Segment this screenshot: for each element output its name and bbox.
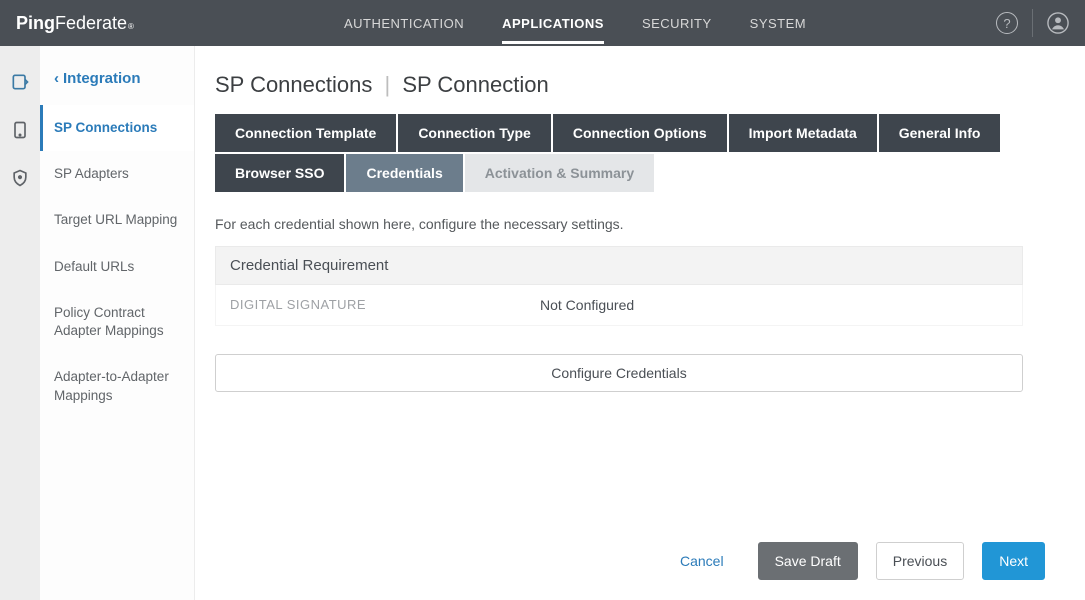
nav-system[interactable]: SYSTEM [750, 2, 806, 44]
sidebar-item-target-url-mapping[interactable]: Target URL Mapping [40, 197, 194, 243]
tab-connection-template[interactable]: Connection Template [215, 114, 396, 152]
description-text: For each credential shown here, configur… [215, 216, 1023, 232]
sidebar-item-sp-adapters[interactable]: SP Adapters [40, 151, 194, 197]
content: SP Connections | SP Connection Connectio… [195, 46, 1085, 600]
save-draft-button[interactable]: Save Draft [758, 542, 858, 580]
credential-requirement-header: Credential Requirement [215, 246, 1023, 285]
chevron-left-icon: ‹ [54, 70, 59, 87]
credential-row-value: Not Configured [540, 297, 634, 313]
tab-connection-type[interactable]: Connection Type [398, 114, 551, 152]
tab-browser-sso[interactable]: Browser SSO [215, 154, 344, 192]
sidebar-title-label: Integration [63, 70, 141, 87]
rail-integration-icon[interactable] [10, 72, 30, 92]
main-area: ‹ Integration SP Connections SP Adapters… [0, 46, 1085, 600]
nav-authentication[interactable]: AUTHENTICATION [344, 2, 464, 44]
brand-registered: ® [128, 23, 134, 31]
sidebar-item-policy-contract-adapter-mappings[interactable]: Policy Contract Adapter Mappings [40, 290, 194, 354]
previous-button[interactable]: Previous [876, 542, 964, 580]
next-button[interactable]: Next [982, 542, 1045, 580]
topbar-right: ? [996, 9, 1069, 37]
page-title-separator: | [385, 72, 391, 97]
page-title: SP Connections | SP Connection [215, 72, 1023, 98]
page-title-left: SP Connections [215, 72, 372, 97]
footer-actions: Cancel Save Draft Previous Next [680, 542, 1045, 580]
configure-credentials-button[interactable]: Configure Credentials [215, 354, 1023, 392]
nav-security[interactable]: SECURITY [642, 2, 712, 44]
top-bar: PingFederate® AUTHENTICATION APPLICATION… [0, 0, 1085, 46]
user-icon[interactable] [1047, 12, 1069, 34]
tab-general-info[interactable]: General Info [879, 114, 1001, 152]
credential-row: DIGITAL SIGNATURE Not Configured [215, 285, 1023, 326]
sidebar-item-adapter-to-adapter-mappings[interactable]: Adapter-to-Adapter Mappings [40, 354, 194, 418]
tab-import-metadata[interactable]: Import Metadata [729, 114, 877, 152]
page-title-right: SP Connection [402, 72, 548, 97]
top-nav: AUTHENTICATION APPLICATIONS SECURITY SYS… [344, 2, 806, 44]
tab-activation-summary: Activation & Summary [465, 154, 654, 192]
brand-part2: Federate [55, 13, 127, 34]
sidebar-item-default-urls[interactable]: Default URLs [40, 244, 194, 290]
tab-connection-options[interactable]: Connection Options [553, 114, 727, 152]
rail-shield-icon[interactable] [10, 168, 30, 188]
sidebar-item-sp-connections[interactable]: SP Connections [40, 105, 194, 151]
sidebar: ‹ Integration SP Connections SP Adapters… [40, 46, 195, 600]
brand-part1: Ping [16, 13, 55, 34]
divider [1032, 9, 1033, 37]
icon-rail [0, 46, 40, 600]
brand-logo: PingFederate® [16, 13, 134, 34]
help-icon[interactable]: ? [996, 12, 1018, 34]
nav-applications[interactable]: APPLICATIONS [502, 2, 604, 44]
tab-credentials[interactable]: Credentials [346, 154, 462, 192]
credential-row-label: DIGITAL SIGNATURE [230, 297, 540, 313]
rail-device-icon[interactable] [10, 120, 30, 140]
wizard-tabs: Connection Template Connection Type Conn… [215, 114, 1023, 192]
sidebar-back-integration[interactable]: ‹ Integration [40, 70, 194, 105]
cancel-link[interactable]: Cancel [680, 553, 724, 569]
